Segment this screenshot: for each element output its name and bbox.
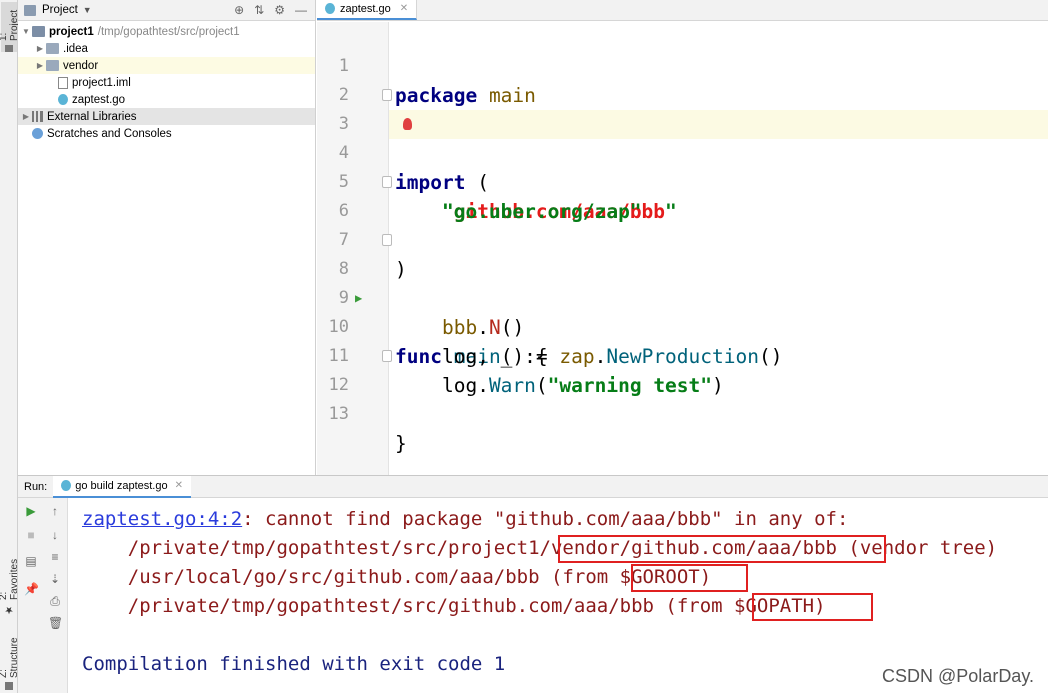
project-panel: Project ▼ ⊕ ⇅ ⚙ — ▼ project1 /tmp/gopath…	[18, 0, 316, 475]
project-tool-tab[interactable]: 1: Project	[0, 2, 20, 52]
trash-icon[interactable]: 🗑	[48, 616, 63, 630]
go-file-icon	[58, 94, 68, 105]
favorites-tool-tab[interactable]: ★ 2: Favorites	[0, 555, 20, 615]
code-line: 1 package main	[339, 23, 1048, 107]
chevron-down-icon[interactable]: ▼	[83, 5, 92, 15]
pin-icon[interactable]: 📌	[24, 582, 39, 596]
run-panel: Run: go build zaptest.go ✕ ▶ ↑ ■ ↓ ≡ ▤ ⇣…	[18, 475, 1048, 693]
chevron-right-icon[interactable]: ▶	[34, 44, 46, 53]
error-bulb-icon[interactable]	[403, 118, 412, 130]
vendor-folder-icon	[46, 60, 59, 71]
code-line: 8 ▶ func main() {	[339, 226, 1048, 368]
code-line: 11 log.Warn("warning test")	[329, 313, 1048, 397]
editor-tab-bar: zaptest.go ✕	[317, 0, 1048, 21]
line-number: 11	[328, 346, 349, 366]
scroll-up-icon[interactable]: ↑	[48, 504, 62, 518]
project-view-selector[interactable]: Project	[42, 4, 78, 16]
project-icon	[5, 44, 13, 52]
line-number: 3	[338, 114, 349, 134]
gear-icon[interactable]: ⚙	[274, 3, 285, 17]
highlight-box	[752, 593, 873, 621]
tree-item-external-libraries[interactable]: ▶ External Libraries	[18, 108, 315, 125]
line-number: 8	[338, 259, 349, 279]
fold-icon[interactable]	[382, 234, 392, 246]
tree-item-idea[interactable]: ▶ .idea	[18, 40, 315, 57]
code-line: 10 log, _ := zap.NewProduction()	[329, 284, 1048, 368]
tab-zaptest-go[interactable]: zaptest.go ✕	[317, 0, 418, 20]
structure-icon	[5, 682, 13, 690]
rerun-icon[interactable]: ▶	[24, 504, 38, 518]
console-line: /private/tmp/gopathtest/src/github.com/a…	[82, 595, 826, 617]
left-tool-strip: 1: Project ★ 2: Favorites Z: Structure	[0, 0, 20, 693]
collapse-all-icon[interactable]: ⇅	[254, 3, 264, 17]
code-line: 6 )	[339, 168, 1048, 281]
print-icon[interactable]: ⎙	[48, 594, 62, 608]
go-file-icon	[325, 3, 335, 14]
scroll-to-end-icon[interactable]: ⇣	[48, 572, 62, 586]
highlight-box	[631, 564, 748, 592]
chevron-right-icon[interactable]: ▶	[34, 61, 46, 70]
run-icon[interactable]: ▶	[355, 284, 362, 313]
project-tree: ▼ project1 /tmp/gopathtest/src/project1 …	[18, 21, 315, 142]
hide-icon[interactable]: —	[295, 3, 307, 17]
scroll-down-icon[interactable]: ↓	[48, 528, 62, 542]
code-line: 7	[339, 197, 1048, 250]
fold-icon[interactable]	[382, 350, 392, 362]
run-panel-header: Run: go build zaptest.go ✕	[18, 475, 1048, 498]
tree-item-scratches[interactable]: Scratches and Consoles	[18, 125, 315, 142]
code-line: 2	[339, 52, 1048, 105]
code-line: 13	[329, 371, 1048, 424]
console-output[interactable]: zaptest.go:4:2: cannot find package "git…	[68, 498, 1048, 693]
highlight-box	[558, 535, 886, 563]
project-panel-header: Project ▼ ⊕ ⇅ ⚙ —	[18, 0, 315, 21]
line-number: 10	[328, 317, 349, 337]
tree-item-zaptest-go[interactable]: zaptest.go	[18, 91, 315, 108]
tree-item-project1-iml[interactable]: project1.iml	[18, 74, 315, 91]
locate-icon[interactable]: ⊕	[234, 3, 244, 17]
watermark: CSDN @PolarDay.	[882, 666, 1034, 686]
folder-icon	[32, 26, 45, 37]
star-icon: ★	[3, 604, 15, 615]
close-icon[interactable]: ✕	[400, 3, 408, 14]
structure-tool-tab[interactable]: Z: Structure	[0, 628, 20, 690]
line-number: 7	[338, 230, 349, 250]
code-line-current: 4 "github.com/aaa/bbb"	[339, 110, 1048, 223]
line-number: 13	[328, 404, 349, 424]
layout-icon[interactable]: ▤	[24, 554, 38, 568]
code-area[interactable]: 1 package main 2 3 import ( 4 "github.co…	[329, 22, 1048, 475]
stop-icon[interactable]: ■	[24, 528, 38, 542]
chevron-down-icon[interactable]: ▼	[20, 27, 32, 36]
line-number: 12	[328, 375, 349, 395]
code-line: 9 bbb.N()	[339, 255, 1048, 339]
line-number: 2	[338, 85, 349, 105]
line-number: 5	[338, 172, 349, 192]
code-editor: zaptest.go ✕ 1 package main 2 3 import (…	[317, 0, 1048, 475]
folder-icon	[46, 43, 59, 54]
iml-file-icon	[58, 76, 68, 89]
code-line: 3 import (	[339, 81, 1048, 194]
code-line: 5 "go.uber.org/zap"	[339, 139, 1048, 223]
code-line: 12 }	[329, 342, 1048, 455]
line-number: 1	[338, 56, 349, 76]
tree-item-vendor[interactable]: ▶ vendor	[18, 57, 315, 74]
chevron-right-icon[interactable]: ▶	[20, 112, 32, 121]
go-file-icon	[61, 480, 72, 491]
console-line: zaptest.go:4:2: cannot find package "git…	[82, 508, 849, 530]
run-toolbar: ▶ ↑ ■ ↓ ≡ ▤ ⇣ 📌 ⎙ 🗑	[18, 498, 68, 693]
console-line: /usr/local/go/src/github.com/aaa/bbb (fr…	[82, 566, 712, 588]
project-view-icon	[24, 4, 36, 16]
line-number: 4	[338, 143, 349, 163]
line-number: 6	[338, 201, 349, 221]
scratches-icon	[32, 128, 43, 139]
line-number: 9	[338, 288, 349, 308]
console-line: Compilation finished with exit code 1	[82, 653, 506, 675]
fold-icon[interactable]	[382, 89, 392, 101]
error-location-link[interactable]: zaptest.go:4:2	[82, 508, 242, 530]
close-icon[interactable]: ✕	[175, 480, 183, 491]
run-tab-go-build[interactable]: go build zaptest.go ✕	[53, 475, 191, 498]
library-icon	[32, 111, 43, 122]
soft-wrap-icon[interactable]: ≡	[48, 550, 62, 564]
tree-item-project1[interactable]: ▼ project1 /tmp/gopathtest/src/project1	[18, 23, 315, 40]
fold-icon[interactable]	[382, 176, 392, 188]
